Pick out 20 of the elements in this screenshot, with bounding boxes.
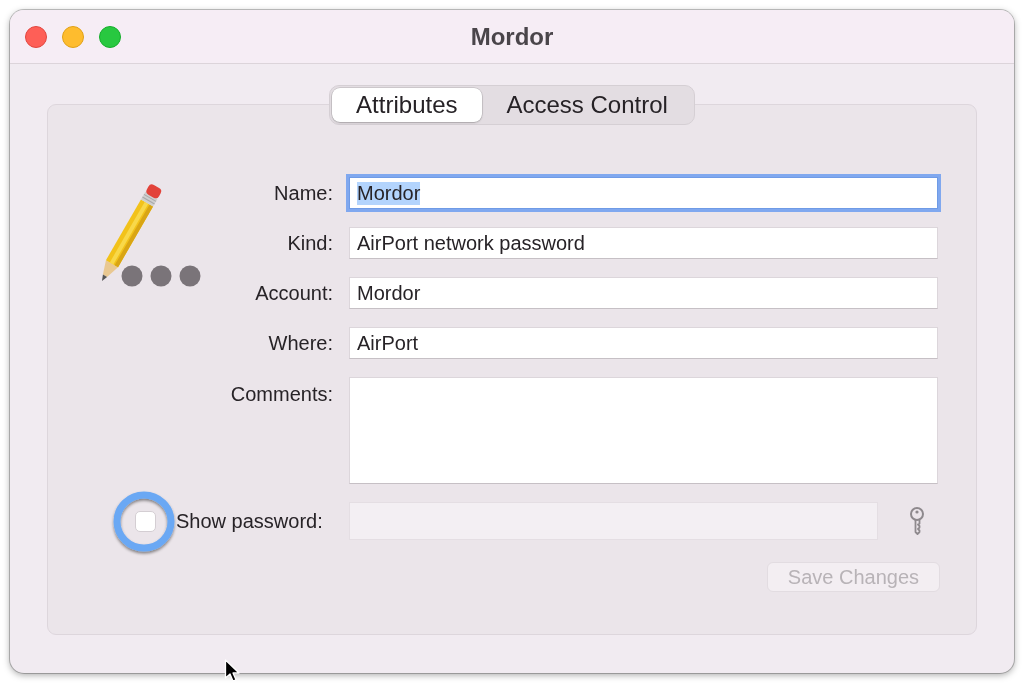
checkbox[interactable]	[135, 510, 156, 532]
field-label: Name:	[274, 181, 333, 205]
text-field[interactable]: AirPort	[349, 327, 938, 359]
field-label: Kind:	[287, 231, 333, 255]
field-label: Where:	[268, 331, 333, 355]
window-title: Mordor	[470, 22, 554, 51]
comments-field[interactable]	[349, 377, 938, 484]
text-field[interactable]: Mordor	[349, 277, 938, 309]
text-field[interactable]: Mordor	[349, 177, 938, 209]
zoom-button[interactable]	[99, 25, 121, 48]
tab[interactable]: Access Control	[482, 88, 692, 122]
field-label: Account:	[255, 281, 333, 305]
tab[interactable]: Attributes	[332, 88, 482, 122]
close-button[interactable]	[25, 25, 47, 48]
text-field[interactable]: AirPort network password	[349, 227, 938, 259]
mouse-pointer-icon	[224, 659, 241, 682]
checkbox-label: Show password:	[176, 509, 323, 533]
minimize-button[interactable]	[62, 25, 84, 48]
key-icon[interactable]	[909, 507, 925, 535]
field-label: Comments:	[230, 383, 333, 406]
